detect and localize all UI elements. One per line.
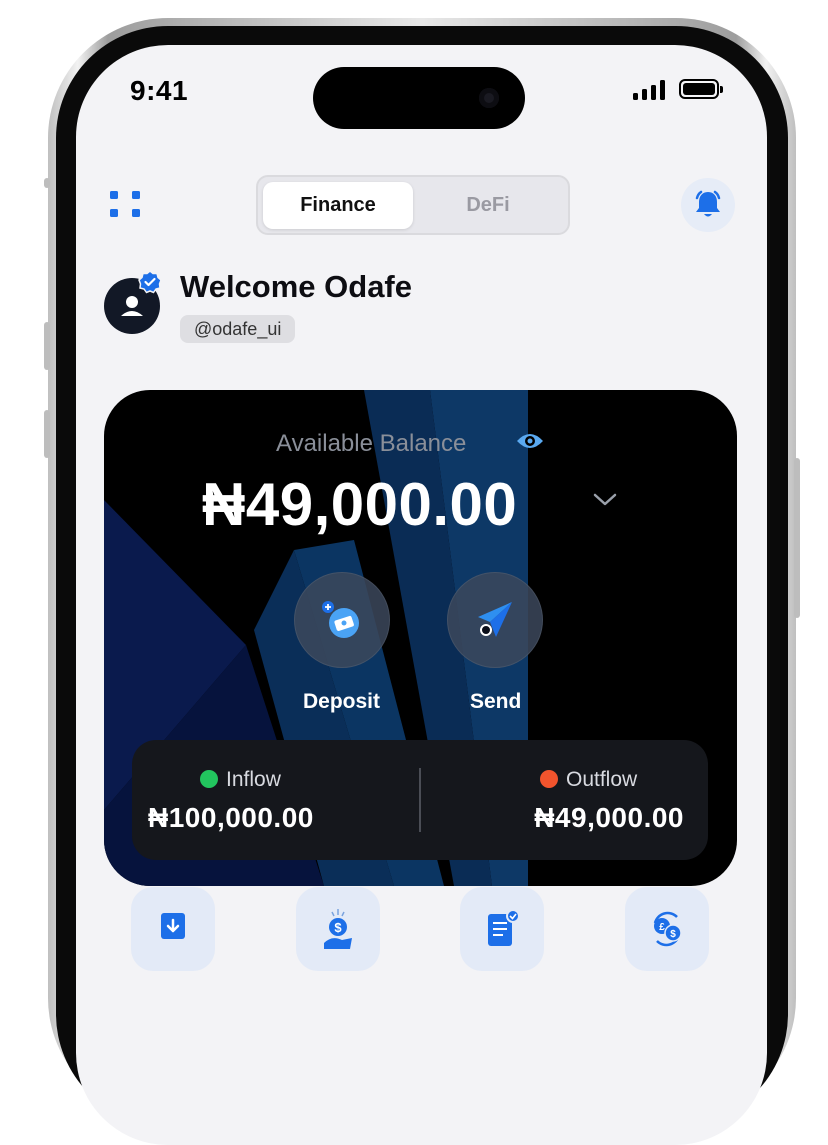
balance-amount: ₦49,000.00 <box>202 471 518 538</box>
verified-badge-icon <box>138 270 162 294</box>
svg-text:$: $ <box>334 920 342 935</box>
available-balance-label: Available Balance <box>276 430 467 457</box>
quick-action-withdraw[interactable] <box>131 887 215 971</box>
quick-action-bills[interactable] <box>460 887 544 971</box>
send-label: Send <box>470 690 522 713</box>
action-button <box>44 178 50 188</box>
deposit-button[interactable] <box>294 572 390 668</box>
menu-grid-icon[interactable] <box>110 191 140 221</box>
welcome-heading: Welcome Odafe <box>180 269 413 304</box>
withdraw-icon <box>161 913 185 939</box>
tab-finance[interactable]: Finance <box>263 182 413 229</box>
cellular-signal-icon <box>633 80 667 100</box>
svg-text:$: $ <box>670 929 676 940</box>
cashflow-summary: Inflow ₦100,000.00 Outflow ₦49,000.00 <box>132 740 708 860</box>
eye-icon[interactable] <box>515 430 545 452</box>
battery-icon <box>679 79 723 99</box>
volume-up-button <box>44 322 50 370</box>
send-icon <box>478 602 512 637</box>
currency-exchange-icon: £ $ <box>653 911 682 947</box>
phone-screen: 9:41 Finance DeFi Welcome Odafe @odafe_u… <box>76 45 767 1145</box>
status-time: 9:41 <box>130 75 189 106</box>
volume-down-button <box>44 410 50 458</box>
balance-card: Available Balance ₦49,000.00 Deposit Sen… <box>104 390 737 886</box>
inflow-indicator-dot <box>200 770 218 788</box>
outflow-label-row: Outflow <box>540 768 637 792</box>
deposit-icon <box>322 601 359 638</box>
svg-text:£: £ <box>659 922 665 933</box>
tab-defi[interactable]: DeFi <box>413 182 563 229</box>
send-button[interactable] <box>447 572 543 668</box>
savings-icon: $ <box>324 909 352 949</box>
deposit-label: Deposit <box>303 690 381 713</box>
cashflow-divider <box>419 768 421 832</box>
inflow-label-row: Inflow <box>200 768 281 792</box>
dynamic-island <box>313 67 525 129</box>
outflow-indicator-dot <box>540 770 558 788</box>
username-badge: @odafe_ui <box>180 315 296 343</box>
inflow-label: Inflow <box>226 768 281 791</box>
outflow-label: Outflow <box>566 768 638 791</box>
notifications-button[interactable] <box>681 178 735 232</box>
power-button <box>794 458 800 618</box>
camera-icon <box>479 88 499 108</box>
bills-icon <box>488 909 520 946</box>
chevron-down-icon[interactable] <box>592 492 618 508</box>
outflow-amount: ₦49,000.00 <box>534 802 684 833</box>
bell-icon <box>695 190 721 217</box>
quick-action-savings[interactable]: $ <box>296 887 380 971</box>
inflow-amount: ₦100,000.00 <box>148 802 314 833</box>
quick-action-exchange[interactable]: £ $ <box>625 887 709 971</box>
tab-switcher: Finance DeFi <box>256 175 570 235</box>
